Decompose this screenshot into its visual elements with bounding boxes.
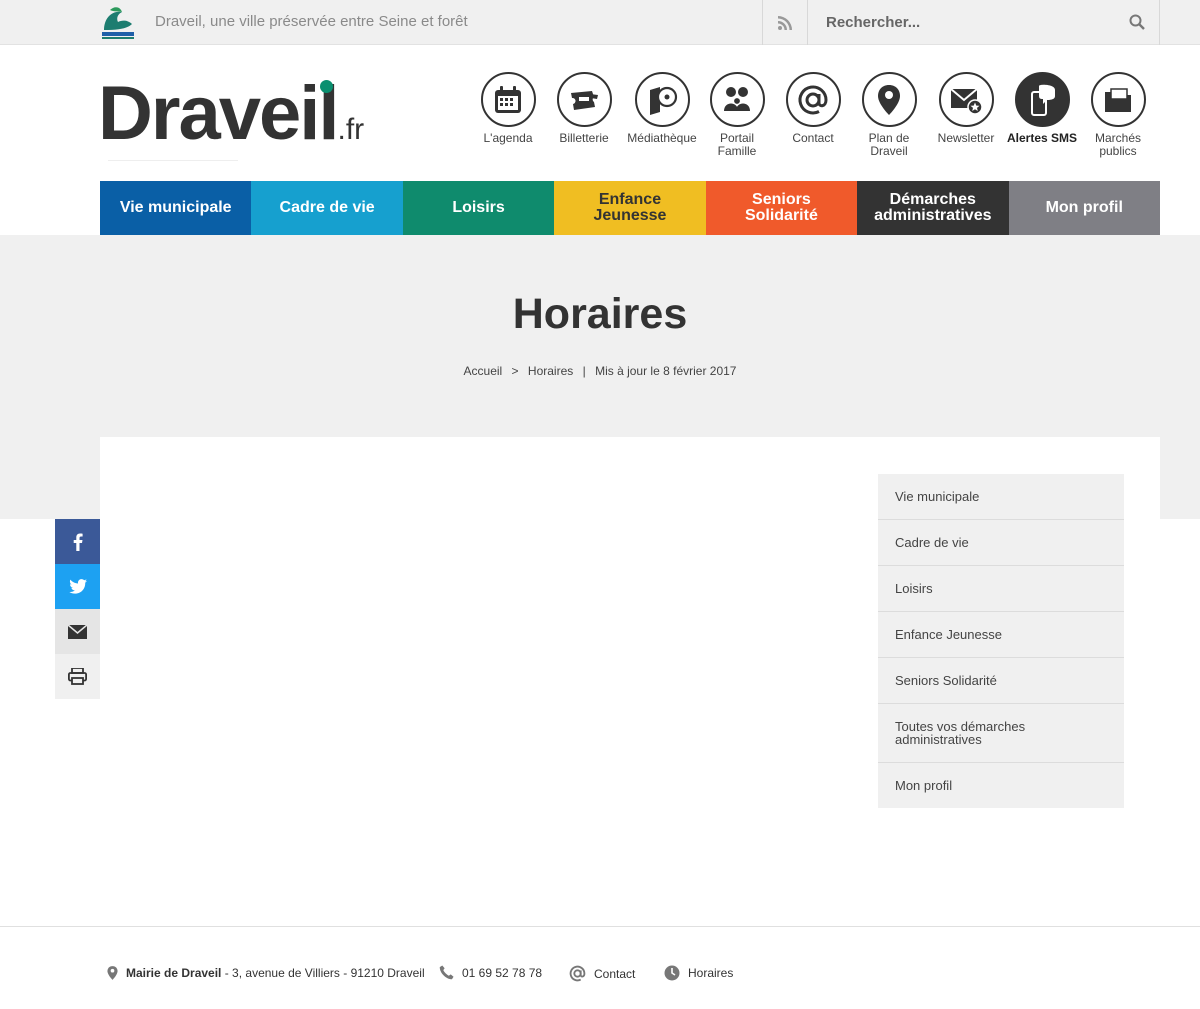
sidebar-item-loisirs[interactable]: Loisirs — [878, 566, 1124, 612]
rss-icon — [778, 15, 792, 30]
nav-cadre-de-vie[interactable]: Cadre de vie — [251, 181, 403, 235]
search-box — [808, 0, 1160, 45]
breadcrumb-divider: | — [582, 364, 586, 378]
mail-icon — [68, 624, 87, 639]
quicklink-label: Billetterie — [559, 131, 609, 145]
quicklink-label: Newsletter — [937, 131, 995, 145]
footer-phone-number: 01 69 52 78 78 — [462, 965, 543, 980]
envelope-star-icon — [950, 87, 983, 115]
quicklink-label: Marchés publics — [1094, 131, 1141, 158]
logo-underline — [108, 160, 238, 161]
sidebar-item-vie-municipale[interactable]: Vie municipale — [878, 474, 1124, 520]
footer-address: Mairie de Draveil - 3, avenue de Villier… — [107, 965, 425, 981]
sidebar-item-seniors-solidarite[interactable]: Seniors Solidarité — [878, 658, 1124, 704]
nav-vie-municipale[interactable]: Vie municipale — [100, 181, 252, 235]
site-tagline: Draveil, une ville préservée entre Seine… — [155, 13, 468, 30]
main-navigation: Vie municipale Cadre de vie Loisirs Enfa… — [100, 181, 1160, 235]
search-input[interactable] — [808, 0, 1118, 45]
at-icon — [798, 84, 828, 114]
facebook-icon — [73, 533, 83, 551]
nav-seniors-solidarite[interactable]: Seniors Solidarité — [705, 181, 858, 235]
footer-org-name: Mairie de Draveil — [126, 966, 222, 980]
last-updated: Mis à jour le 8 février 2017 — [595, 364, 737, 378]
city-emblem-logo[interactable] — [100, 4, 136, 42]
quicklink-billetterie[interactable]: Billetterie — [546, 72, 622, 145]
breadcrumb-home-link[interactable]: Accueil — [464, 364, 503, 378]
quicklink-mediatheque[interactable]: Médiathèque — [624, 72, 700, 145]
at-icon — [569, 965, 586, 982]
phone-icon — [439, 965, 454, 980]
quicklink-plan[interactable]: Plan de Draveil — [851, 72, 927, 158]
footer-address-text: - 3, avenue de Villiers - 91210 Draveil — [221, 966, 425, 980]
quicklink-label: Alertes SMS — [1006, 131, 1078, 145]
sidebar-item-mon-profil[interactable]: Mon profil — [878, 763, 1124, 808]
breadcrumb-separator: > — [511, 364, 519, 378]
breadcrumb: Accueil > Horaires | Mis à jour le 8 fév… — [0, 364, 1200, 378]
ticket-icon — [571, 90, 598, 110]
rss-button[interactable] — [762, 0, 808, 45]
breadcrumb-current: Horaires — [527, 364, 574, 378]
nav-mon-profil[interactable]: Mon profil — [1008, 181, 1160, 235]
site-logo[interactable]: Draveil.fr — [98, 76, 378, 162]
sidebar-item-cadre-de-vie[interactable]: Cadre de vie — [878, 520, 1124, 566]
top-bar: Draveil, une ville préservée entre Seine… — [0, 0, 1200, 45]
quicklink-alertes-sms[interactable]: Alertes SMS — [1004, 72, 1080, 145]
quicklink-label: Portail Famille — [717, 131, 757, 158]
facebook-share-button[interactable] — [55, 519, 100, 564]
quicklink-marches-publics[interactable]: Marchés publics — [1080, 72, 1156, 158]
folder-icon — [1105, 87, 1131, 112]
footer-phone[interactable]: 01 69 52 78 78 — [439, 965, 542, 980]
footer: Mairie de Draveil - 3, avenue de Villier… — [0, 926, 1200, 1009]
sidebar-item-demarches[interactable]: Toutes vos démarches administratives — [878, 704, 1124, 763]
quicklink-label: L'agenda — [483, 131, 533, 145]
quicklink-label: Contact — [792, 131, 834, 145]
quicklink-portail-famille[interactable]: Portail Famille — [699, 72, 775, 158]
footer-contact-link[interactable]: Contact — [569, 965, 635, 982]
print-icon — [68, 668, 87, 685]
phone-bubble-icon — [1031, 84, 1055, 116]
map-pin-icon — [107, 966, 118, 980]
footer-hours-label: Horaires — [688, 966, 734, 980]
twitter-icon — [68, 579, 87, 594]
clock-icon — [664, 965, 680, 981]
nav-loisirs[interactable]: Loisirs — [402, 181, 555, 235]
map-pin-icon — [878, 84, 900, 115]
family-icon — [724, 86, 750, 111]
twitter-share-button[interactable] — [55, 564, 100, 609]
footer-hours-link[interactable]: Horaires — [664, 965, 733, 981]
page-title: Horaires — [512, 290, 688, 338]
quicklink-contact[interactable]: Contact — [775, 72, 851, 145]
search-icon[interactable] — [1129, 14, 1145, 30]
calendar-icon — [495, 85, 521, 113]
quicklink-label: Plan de Draveil — [868, 131, 910, 158]
share-bar — [55, 519, 100, 699]
logo-dot — [320, 80, 333, 93]
book-disc-icon — [650, 86, 678, 115]
email-share-button[interactable] — [55, 609, 100, 654]
logo-wordmark: Draveil — [98, 71, 339, 156]
nav-demarches-administratives[interactable]: Démarches administratives — [857, 181, 1009, 235]
sidebar-menu: Vie municipale Cadre de vie Loisirs Enfa… — [878, 474, 1124, 808]
footer-contact-label: Contact — [594, 966, 636, 981]
sidebar-item-enfance-jeunesse[interactable]: Enfance Jeunesse — [878, 612, 1124, 658]
print-button[interactable] — [55, 654, 100, 699]
nav-enfance-jeunesse[interactable]: Enfance Jeunesse — [554, 181, 706, 235]
quicklink-label: Médiathèque — [627, 131, 697, 145]
quicklink-newsletter[interactable]: Newsletter — [928, 72, 1004, 145]
logo-tld: .fr — [337, 113, 365, 146]
quicklink-agenda[interactable]: L'agenda — [470, 72, 546, 145]
